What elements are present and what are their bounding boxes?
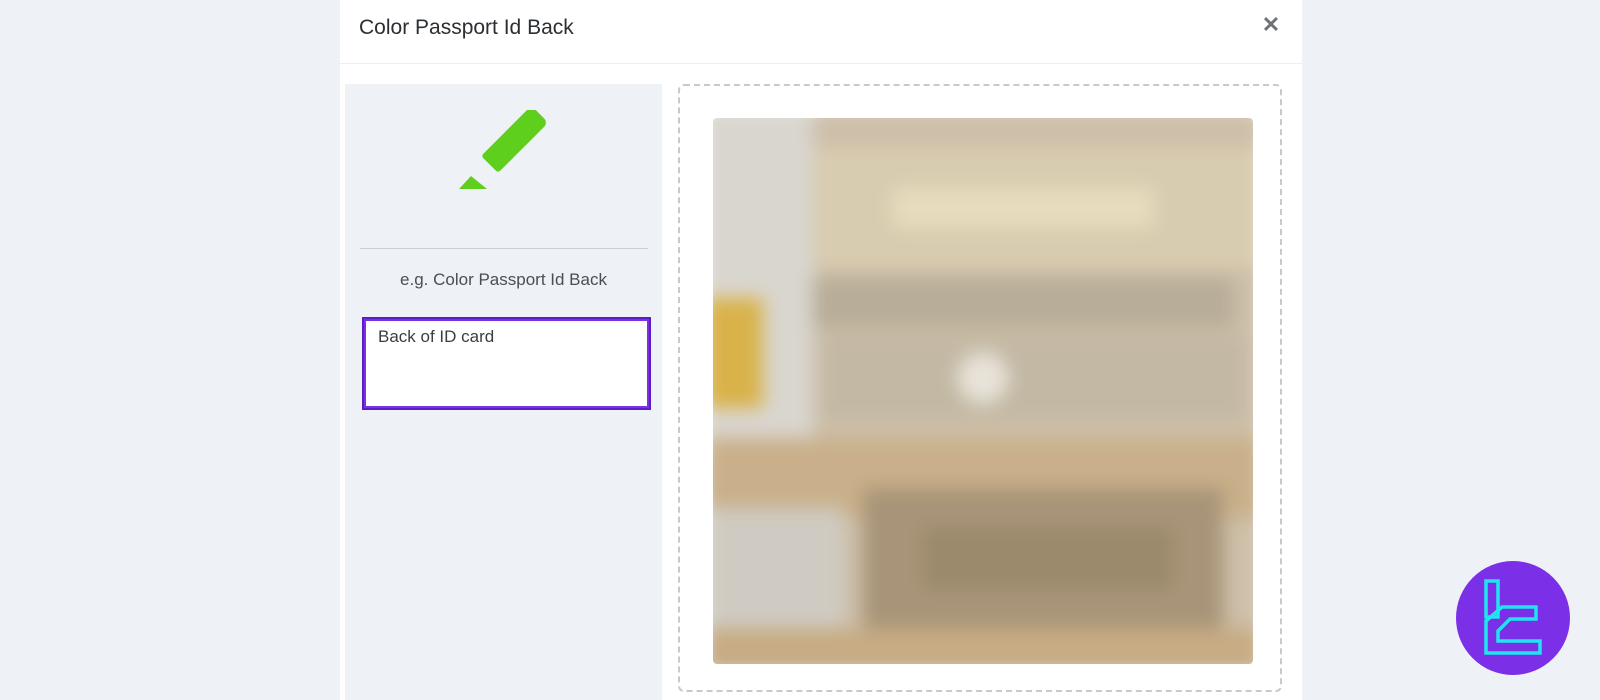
modal-title: Color Passport Id Back bbox=[359, 16, 574, 39]
brand-logo-badge bbox=[1456, 561, 1570, 675]
modal-header: Color Passport Id Back ✕ bbox=[340, 0, 1302, 64]
example-hint-text: e.g. Color Passport Id Back bbox=[400, 270, 607, 289]
divider bbox=[360, 248, 648, 249]
description-field[interactable]: Back of ID card bbox=[362, 317, 651, 410]
image-dropzone[interactable] bbox=[678, 84, 1282, 692]
description-textarea[interactable]: Back of ID card bbox=[366, 321, 647, 406]
id-card-preview-image bbox=[713, 118, 1253, 664]
document-info-panel: e.g. Color Passport Id Back Back of ID c… bbox=[345, 84, 662, 700]
close-button[interactable]: ✕ bbox=[1258, 12, 1284, 38]
upload-modal: Color Passport Id Back ✕ e.g. Color Pass… bbox=[340, 0, 1302, 700]
highlighter-marker-icon bbox=[457, 108, 547, 190]
brand-logo-icon bbox=[1484, 579, 1542, 655]
